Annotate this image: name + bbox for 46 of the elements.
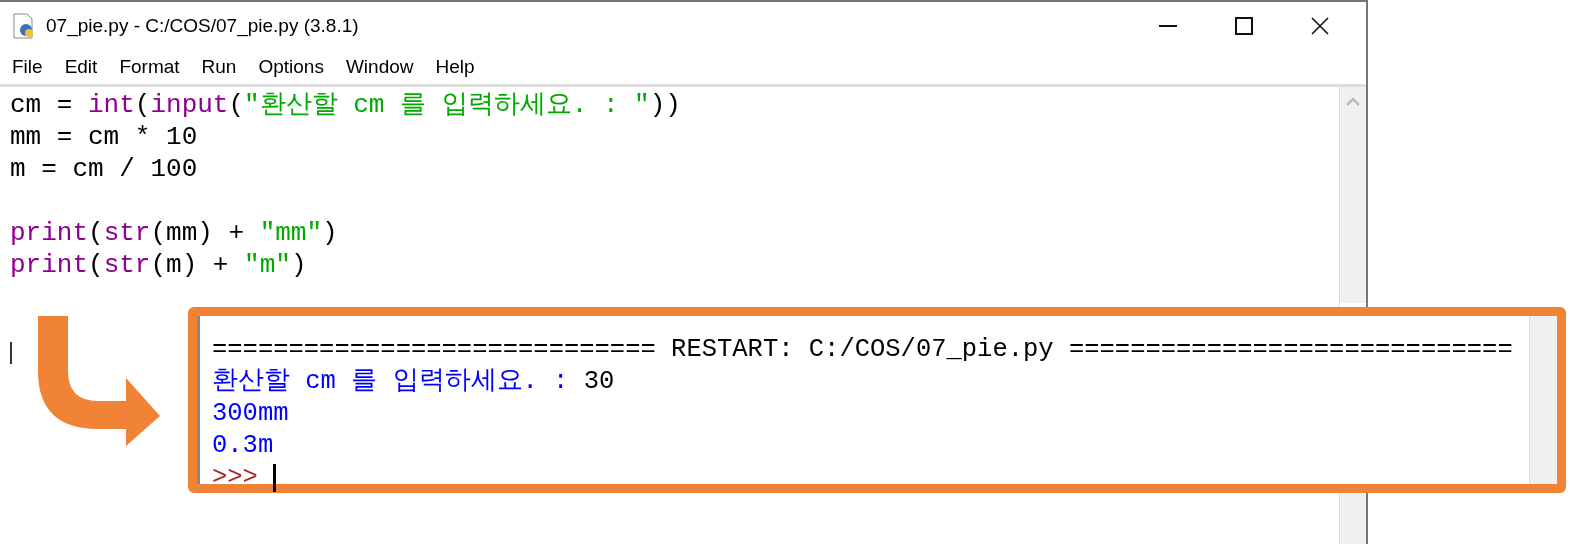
menu-item[interactable]: Window	[345, 52, 414, 82]
code-text: m = cm / 100	[10, 153, 198, 185]
code-text: 환산할 cm 를 입력하세요. :	[212, 366, 570, 398]
code-text: 30	[583, 366, 615, 398]
menu-item[interactable]: Edit	[64, 52, 98, 82]
code-text: 0.3m	[212, 430, 274, 462]
scrollbar[interactable]	[1340, 87, 1366, 303]
code-text: str	[103, 217, 151, 249]
python-file-icon	[12, 13, 36, 39]
code-text: int	[88, 89, 135, 121]
scroll-up-icon	[1346, 97, 1360, 106]
code-text: "환산할 cm 를 입력하세요. : "	[244, 89, 650, 121]
code-text: >>>	[212, 462, 259, 494]
text-cursor-icon	[10, 342, 12, 364]
code-text: (	[88, 249, 104, 281]
code-text: )	[290, 249, 307, 281]
code-text: 300mm	[212, 398, 289, 430]
code-text: (	[228, 89, 245, 121]
code-text: ))	[649, 89, 681, 121]
code-text: (	[88, 217, 104, 249]
code-text: input	[150, 89, 229, 121]
menu-item[interactable]: File	[12, 52, 43, 82]
text-cursor-icon	[273, 464, 277, 492]
scrollbar[interactable]	[1529, 316, 1557, 484]
code-text: print	[10, 217, 88, 249]
close-icon	[1311, 17, 1329, 35]
code-text: "m"	[244, 249, 291, 281]
code-text: str	[103, 249, 151, 281]
minimize-icon	[1159, 25, 1177, 27]
menu-item[interactable]: Format	[119, 52, 180, 82]
code-text: "mm"	[259, 217, 323, 249]
code-text: ============================= RESTART: C:/COS/07_pie.py =============================	[212, 334, 1513, 366]
code-text: print	[10, 249, 88, 281]
curved-arrow-icon	[38, 316, 162, 448]
maximize-icon	[1235, 17, 1253, 35]
menu-item[interactable]: Options	[258, 52, 324, 82]
menu-item[interactable]: Run	[201, 52, 237, 82]
code-text: (mm) +	[150, 217, 246, 249]
code-text: (	[134, 89, 151, 121]
window-title: 07_pie.py - C:/COS/07_pie.py (3.8.1)	[46, 13, 359, 39]
scrollbar-track[interactable]	[1340, 493, 1366, 544]
menu-item[interactable]: Help	[435, 52, 475, 82]
code-text: mm = cm * 10	[10, 121, 198, 153]
code-text: cm =	[10, 89, 74, 121]
code-text: )	[322, 217, 338, 249]
code-text: (m) +	[150, 249, 230, 281]
